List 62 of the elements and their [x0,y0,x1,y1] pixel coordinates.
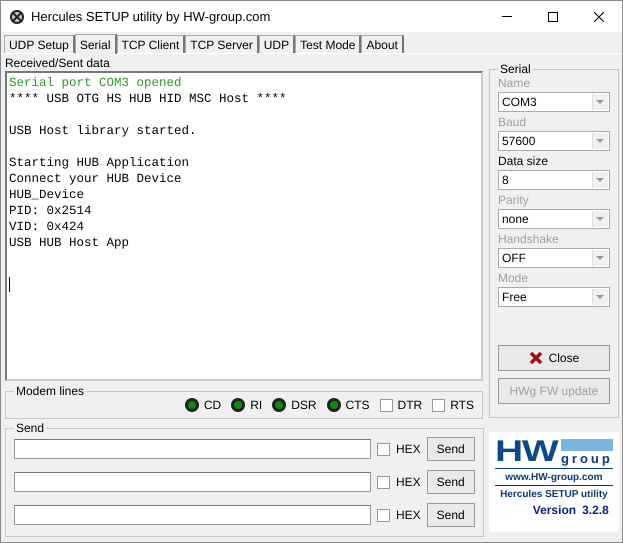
hex-label: HEX [396,442,421,456]
terminal-line: Serial port COM3 opened [9,75,183,91]
tab[interactable]: UDP Setup [4,35,75,53]
led-label: DSR [291,398,317,412]
terminal-line: Starting HUB Application [9,155,190,171]
close-port-button[interactable]: Close [498,345,610,371]
version-number: 3.2.8 [582,503,609,517]
tab[interactable]: TCP Client [116,35,186,53]
checkbox[interactable] [432,398,446,412]
hex-checkbox[interactable] [377,508,390,522]
hercules-logo-icon [9,8,25,24]
terminal-line: **** USB OTG HS HUB HID MSC Host **** [9,91,288,107]
field-label: Handshake [498,232,560,246]
hex-checkbox[interactable] [377,442,390,456]
field-label: Mode [498,271,530,285]
field-label: Name [498,76,532,90]
field-label: Parity [498,193,530,207]
group-title: Serial [499,62,532,76]
send-button[interactable]: Send [426,503,475,527]
led-label: CD [204,398,222,412]
send-button[interactable]: Send [426,437,475,461]
send-button[interactable]: Send [426,470,475,494]
window-title: Hercules SETUP utility by HW-group.com [31,9,272,24]
tab[interactable]: Test Mode [295,35,362,53]
website-text: www.HW-group.com [495,472,613,486]
hex-label: HEX [396,475,421,489]
checkbox[interactable] [380,398,393,412]
logo-word: group [560,451,613,466]
send-input-field[interactable] [14,472,371,492]
minimize-icon [502,16,512,17]
field-label: Baud [498,115,528,129]
product-name: Hercules SETUP utility [499,489,609,500]
group-title: Modem lines [15,384,86,398]
maximize-icon [548,12,558,22]
logo-bar [560,439,613,451]
tab[interactable]: Serial [74,34,116,54]
terminal-line: VID: 0x424 [9,219,86,235]
logo-mark: HW [495,438,558,466]
send-input-field[interactable] [14,505,371,525]
hex-checkbox[interactable] [377,476,390,488]
checkbox-label: RTS [450,398,474,412]
terminal-line: USB Host library started. [9,123,198,139]
terminal-line: Connect your HUB Device [9,171,183,187]
tab[interactable]: UDP [258,35,296,53]
hex-label: HEX [396,508,421,522]
led-label: CTS [346,398,370,412]
terminal-line: HUB_Device [9,187,86,203]
send-input-field[interactable] [14,439,371,459]
received-data-label: Received/Sent data [5,56,111,70]
tab[interactable]: TCP Server [185,35,259,53]
text-cursor [9,277,10,292]
terminal-line: PID: 0x2514 [9,203,93,219]
led-label: RI [250,398,262,412]
version-label: Version [532,503,576,517]
terminal-line: USB HUB Host App [9,235,130,251]
field-label: Data size [498,154,550,168]
cross-icon [528,351,543,365]
group-title: Send [15,421,46,435]
tab[interactable]: About [361,35,404,53]
close-icon [594,12,604,22]
checkbox-label: DTR [398,398,422,412]
dropdown[interactable]: 8 [498,170,610,190]
